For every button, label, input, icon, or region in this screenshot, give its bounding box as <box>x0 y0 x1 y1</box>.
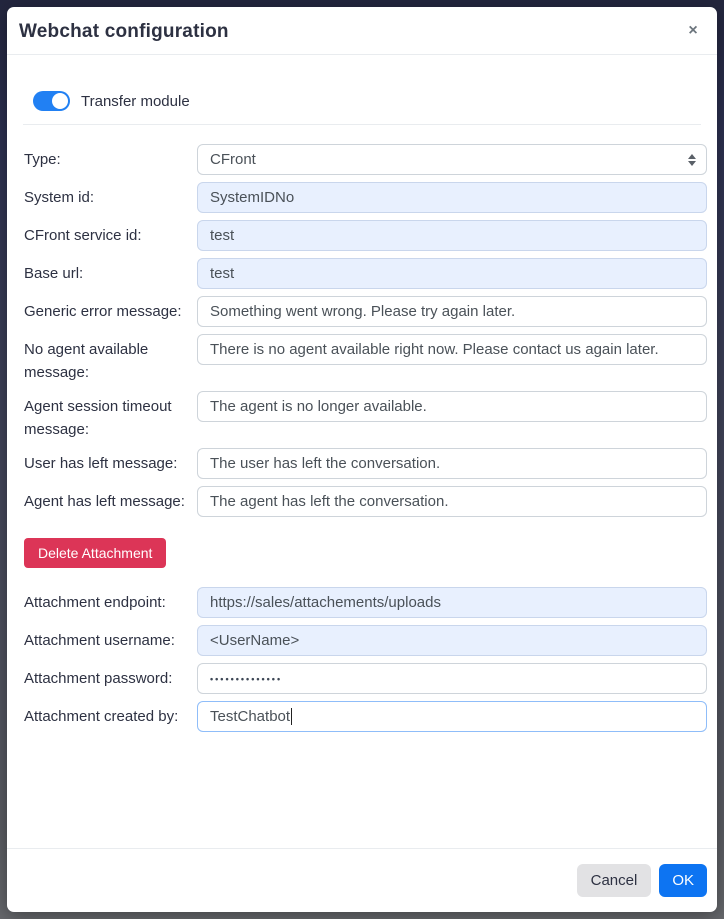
system-id-label: System id: <box>17 182 197 209</box>
attachment-password-input[interactable] <box>197 663 707 694</box>
agent-has-left-message-label: Agent has left message: <box>17 486 197 513</box>
user-has-left-message-label: User has left message: <box>17 448 197 475</box>
base-url-input[interactable] <box>197 258 707 289</box>
transfer-module-row: Transfer module <box>33 91 701 111</box>
attachment-created-by-value: TestChatbot <box>210 708 290 725</box>
attachment-created-by-label: Attachment created by: <box>17 701 197 728</box>
agent-session-timeout-message-input[interactable] <box>197 391 707 422</box>
attachment-username-label: Attachment username: <box>17 625 197 652</box>
attachment-password-label: Attachment password: <box>17 663 197 690</box>
cancel-button[interactable]: Cancel <box>577 864 652 897</box>
agent-session-timeout-message-label: Agent session timeout message: <box>17 391 197 441</box>
attachment-username-input[interactable] <box>197 625 707 656</box>
attachment-created-by-row: Attachment created by: TestChatbot <box>17 701 707 732</box>
type-select-value: CFront <box>210 151 256 168</box>
type-label: Type: <box>17 144 197 171</box>
toggle-knob-icon <box>52 93 68 109</box>
agent-has-left-message-input[interactable] <box>197 486 707 517</box>
section-divider <box>23 124 701 125</box>
generic-error-message-row: Generic error message: <box>17 296 707 327</box>
close-icon[interactable]: × <box>681 19 705 43</box>
select-updown-icon <box>688 154 696 166</box>
attachment-endpoint-input[interactable] <box>197 587 707 618</box>
ok-button[interactable]: OK <box>659 864 707 897</box>
system-id-input[interactable] <box>197 182 707 213</box>
webchat-configuration-dialog: Webchat configuration × Transfer module … <box>7 7 717 912</box>
dialog-title: Webchat configuration <box>19 21 229 42</box>
no-agent-available-message-row: No agent available message: <box>17 334 707 384</box>
user-has-left-message-row: User has left message: <box>17 448 707 479</box>
transfer-module-toggle[interactable] <box>33 91 70 111</box>
dialog-header: Webchat configuration × <box>7 7 717 55</box>
base-url-label: Base url: <box>17 258 197 285</box>
cfront-service-id-label: CFront service id: <box>17 220 197 247</box>
delete-attachment-button[interactable]: Delete Attachment <box>24 538 166 568</box>
attachment-username-row: Attachment username: <box>17 625 707 656</box>
user-has-left-message-input[interactable] <box>197 448 707 479</box>
attachment-created-by-input[interactable]: TestChatbot <box>197 701 707 732</box>
cfront-service-id-row: CFront service id: <box>17 220 707 251</box>
dialog-footer: Cancel OK <box>7 848 717 912</box>
transfer-module-label: Transfer module <box>81 93 190 110</box>
agent-session-timeout-message-row: Agent session timeout message: <box>17 391 707 441</box>
agent-has-left-message-row: Agent has left message: <box>17 486 707 517</box>
system-id-row: System id: <box>17 182 707 213</box>
generic-error-message-input[interactable] <box>197 296 707 327</box>
attachment-endpoint-label: Attachment endpoint: <box>17 587 197 614</box>
attachment-endpoint-row: Attachment endpoint: <box>17 587 707 618</box>
attachment-password-row: Attachment password: <box>17 663 707 694</box>
type-select[interactable]: CFront <box>197 144 707 175</box>
dialog-body: Transfer module Type: CFront System id: … <box>7 55 717 848</box>
type-row: Type: CFront <box>17 144 707 175</box>
delete-attachment-row: Delete Attachment <box>24 538 707 568</box>
cfront-service-id-input[interactable] <box>197 220 707 251</box>
no-agent-available-message-label: No agent available message: <box>17 334 197 384</box>
no-agent-available-message-input[interactable] <box>197 334 707 365</box>
base-url-row: Base url: <box>17 258 707 289</box>
text-caret <box>291 708 292 725</box>
generic-error-message-label: Generic error message: <box>17 296 197 323</box>
